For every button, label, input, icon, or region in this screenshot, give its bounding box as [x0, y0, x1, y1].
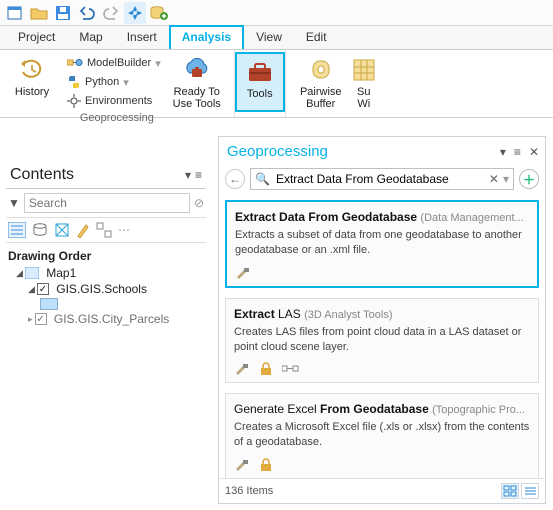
ribbon-group-label: Geoprocessing [6, 112, 228, 126]
back-button[interactable]: ← [225, 169, 245, 189]
hammer-icon [235, 266, 251, 280]
ribbon-tabs: Project Map Insert Analysis View Edit [0, 26, 553, 50]
modelbuilder-button[interactable]: ModelBuilder▾ [63, 54, 165, 73]
lock-icon [260, 362, 272, 376]
ready-to-use-tools-button[interactable]: Ready To Use Tools [166, 52, 228, 112]
model-icon [282, 362, 300, 376]
tool-desc: Creates LAS files from point cloud data … [234, 325, 530, 355]
quick-access-toolbar [0, 0, 553, 26]
tool-card[interactable]: Extract Data From Geodatabase (Data Mana… [225, 200, 539, 288]
tab-analysis[interactable]: Analysis [169, 25, 244, 49]
tools-button[interactable]: Tools [235, 52, 285, 112]
filter-icon[interactable]: ▼ [8, 196, 20, 210]
history-icon [19, 56, 45, 84]
environments-icon [67, 94, 81, 108]
clear-search-icon[interactable]: ✕ [489, 172, 499, 186]
list-by-snapping-icon[interactable] [96, 222, 112, 238]
tool-desc: Extracts a subset of data from one geoda… [235, 228, 529, 258]
tab-map[interactable]: Map [67, 26, 114, 49]
lock-icon [260, 458, 272, 472]
contents-pane: Contents ▾ ≡ ▼ ⊘ ⋯ Drawing Order ◢ Map1 … [6, 162, 206, 327]
environments-button[interactable]: Environments [63, 92, 165, 111]
list-by-editing-icon[interactable] [76, 222, 90, 238]
tab-project[interactable]: Project [6, 26, 67, 49]
list-by-drawing-icon[interactable] [8, 222, 26, 238]
more-icon[interactable]: ⋯ [118, 223, 130, 237]
layer-checkbox[interactable]: ✓ [35, 313, 47, 325]
tool-desc: Creates a Microsoft Excel file (.xls or … [234, 420, 530, 450]
drawing-order-label: Drawing Order [6, 243, 206, 265]
toolbox-icon [246, 58, 274, 86]
map-node[interactable]: ◢ Map1 [6, 265, 206, 281]
search-icon: 🔍 [255, 172, 270, 186]
save-icon[interactable] [52, 2, 74, 24]
map-icon [25, 267, 39, 279]
tab-insert[interactable]: Insert [115, 26, 169, 49]
pane-undock-icon[interactable]: ▾ [500, 145, 506, 159]
new-project-icon[interactable] [4, 2, 26, 24]
view-grid-button[interactable] [501, 483, 519, 499]
summarize-within-button[interactable]: Su Wi [350, 52, 378, 112]
ribbon: History ModelBuilder▾ Python▾ Environmen… [0, 50, 553, 118]
layer-node[interactable]: ◢✓ GIS.GIS.Schools [6, 281, 206, 297]
contents-toolbar: ⋯ [6, 218, 206, 243]
tool-search-box[interactable]: 🔍 ✕ ▾ [250, 168, 514, 190]
python-icon [67, 75, 81, 89]
search-clear-icon[interactable]: ⊘ [194, 196, 204, 210]
summarize-icon [352, 56, 376, 84]
list-by-selection-icon[interactable] [54, 222, 70, 238]
pane-close-icon[interactable]: ✕ [529, 145, 539, 159]
layer-checkbox[interactable]: ✓ [37, 283, 49, 295]
pane-title: Geoprocessing [227, 143, 328, 160]
toc-tree: ◢ Map1 ◢✓ GIS.GIS.Schools ▸✓ GIS.GIS.Cit… [6, 265, 206, 327]
layer-node[interactable]: ▸✓ GIS.GIS.City_Parcels [6, 311, 206, 327]
tool-card[interactable]: Extract LAS (3D Analyst Tools) Creates L… [225, 298, 539, 384]
python-button[interactable]: Python▾ [63, 73, 165, 92]
hammer-icon [234, 362, 250, 376]
results-list: Extract Data From Geodatabase (Data Mana… [219, 194, 545, 478]
tool-card[interactable]: Generate Excel From Geodatabase (Topogra… [225, 393, 539, 478]
cloud-tools-icon [182, 56, 212, 84]
tab-edit[interactable]: Edit [294, 26, 339, 49]
explore-icon[interactable] [124, 2, 146, 24]
tab-view[interactable]: View [244, 26, 294, 49]
contents-title: Contents [10, 166, 74, 184]
history-button[interactable]: History [6, 52, 58, 112]
contents-search-input[interactable] [24, 193, 190, 213]
modelbuilder-icon [67, 56, 83, 70]
dock-icon[interactable]: ▾ [185, 168, 191, 182]
geoprocessing-pane: Geoprocessing ▾ ≡ ✕ ← 🔍 ✕ ▾ ＋ Extract Da… [218, 136, 546, 504]
tool-search-input[interactable] [274, 171, 489, 187]
menu-icon[interactable]: ≡ [195, 168, 202, 182]
pairwise-buffer-button[interactable]: Pairwise Buffer [292, 52, 350, 112]
view-list-button[interactable] [521, 483, 539, 499]
add-data-icon[interactable] [148, 2, 170, 24]
buffer-icon [307, 56, 335, 84]
layer-symbol[interactable] [6, 297, 206, 311]
undo-icon[interactable] [76, 2, 98, 24]
pane-options-icon[interactable]: ≡ [514, 145, 521, 159]
add-tool-button[interactable]: ＋ [519, 169, 539, 189]
redo-icon[interactable] [100, 2, 122, 24]
open-project-icon[interactable] [28, 2, 50, 24]
list-by-source-icon[interactable] [32, 222, 48, 238]
result-count: 136 Items [225, 485, 273, 497]
hammer-icon [234, 458, 250, 472]
